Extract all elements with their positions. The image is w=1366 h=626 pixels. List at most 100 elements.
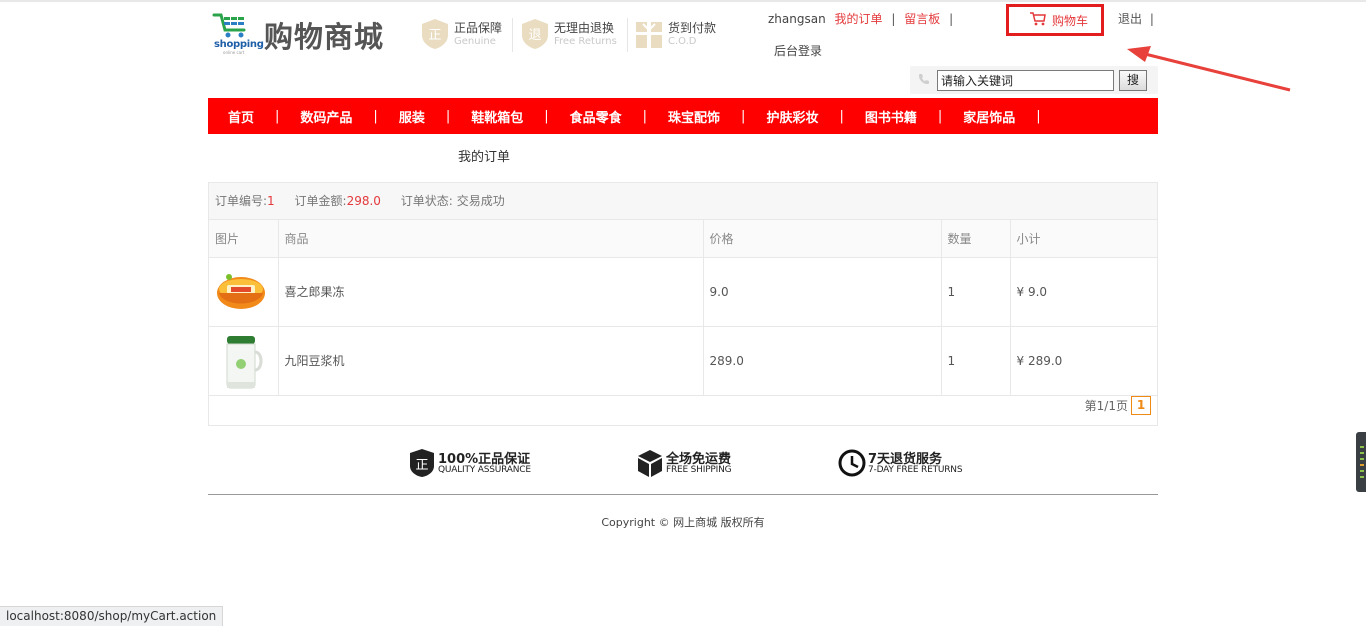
nav-item-label: 图书书籍 bbox=[864, 110, 917, 126]
nav-item-label: 食品零食 bbox=[569, 110, 622, 126]
nav-item-label: 服装 bbox=[398, 110, 425, 126]
browser-status-bar: localhost:8080/shop/myCart.action bbox=[0, 606, 224, 626]
guarantee-subtitle: Genuine bbox=[454, 36, 496, 47]
order-no: 1 bbox=[267, 194, 275, 208]
order-card: 订单编号:1 订单金额:298.0 订单状态: 交易成功 图片 商品 价格 数量 … bbox=[208, 182, 1158, 426]
column-header-price: 价格 bbox=[703, 220, 942, 258]
service-quality: 正 100%正品保证 QUALITY ASSURANCE bbox=[408, 448, 558, 480]
order-items-table: 图片 商品 价格 数量 小计 喜之郎果冻 9.0 1 ¥ 9.0 九阳豆浆机 2… bbox=[209, 220, 1157, 396]
nav-separator: | bbox=[1036, 108, 1041, 124]
divider bbox=[627, 18, 628, 52]
nav-item[interactable]: 服装 | bbox=[399, 107, 471, 126]
search-bar: 搜 bbox=[910, 66, 1158, 94]
service-returns: 7天退货服务 7-DAY FREE RETURNS bbox=[838, 448, 988, 480]
cart-button[interactable]: 购物车 bbox=[1006, 4, 1104, 36]
logout-area: 退出 | bbox=[1118, 10, 1154, 27]
product-subtotal: ¥ 289.0 bbox=[1010, 326, 1157, 396]
page-info: 第1/1页 bbox=[1084, 398, 1128, 413]
cart-label: 购物车 bbox=[1052, 14, 1089, 28]
separator: | bbox=[1149, 12, 1154, 26]
guarantee-free-returns: 退 无理由退换 Free Returns bbox=[520, 16, 624, 56]
nav-separator: | bbox=[741, 108, 746, 124]
logo-chinese-text: 购物商城 bbox=[264, 20, 385, 54]
svg-text:正: 正 bbox=[415, 458, 428, 473]
guarantee-cod: 货到付款 C.O.D bbox=[634, 16, 724, 56]
nav-item[interactable]: 图书书籍 | bbox=[865, 107, 963, 126]
site-logo[interactable]: shopping online cart 购物商城 bbox=[212, 12, 402, 55]
column-header-product: 商品 bbox=[278, 220, 704, 258]
order-no-label: 订单编号: bbox=[215, 194, 268, 208]
guarantee-genuine: 正 正品保障 Genuine bbox=[420, 16, 512, 56]
phone-icon bbox=[919, 74, 929, 84]
nav-separator: | bbox=[642, 108, 648, 124]
nav-item-label: 珠宝配饰 bbox=[668, 110, 721, 126]
nav-item[interactable]: 首页 | bbox=[228, 107, 300, 126]
product-image-cell bbox=[209, 257, 279, 327]
product-name[interactable]: 喜之郎果冻 bbox=[278, 257, 704, 327]
order-total: 298.0 bbox=[346, 194, 381, 208]
column-header-quantity: 数量 bbox=[941, 220, 1011, 258]
logo-subtext: online cart bbox=[223, 50, 245, 55]
order-header: 订单编号:1 订单金额:298.0 订单状态: 交易成功 bbox=[209, 183, 1157, 220]
product-image-cell bbox=[209, 326, 279, 396]
box-icon bbox=[638, 450, 662, 477]
nav-item[interactable]: 家居饰品 | bbox=[963, 107, 1061, 126]
user-bar: zhangsan 我的订单 | 留言板 | bbox=[768, 10, 958, 27]
nav-separator: | bbox=[937, 108, 943, 124]
product-quantity: 1 bbox=[941, 257, 1011, 327]
separator: | bbox=[891, 12, 896, 26]
nav-list: 首页 | 数码产品 | 服装 | 鞋靴箱包 | 食品零食 | 珠宝配饰 | 护肤彩妆 | 图书书籍 | 家居饰品… bbox=[208, 98, 1158, 134]
nav-item-label: 数码产品 bbox=[300, 110, 353, 126]
my-orders-link[interactable]: 我的订单 bbox=[835, 12, 883, 26]
message-board-link[interactable]: 留言板 bbox=[904, 12, 940, 26]
column-header-subtotal: 小计 bbox=[1010, 220, 1157, 258]
product-quantity: 1 bbox=[941, 326, 1011, 396]
side-widget[interactable] bbox=[1356, 432, 1366, 492]
nav-separator: | bbox=[839, 108, 844, 124]
logout-link[interactable]: 退出 bbox=[1118, 12, 1142, 26]
svg-text:退: 退 bbox=[528, 28, 541, 43]
order-total-label: 订单金额: bbox=[294, 194, 347, 208]
main-nav: 首页 | 数码产品 | 服装 | 鞋靴箱包 | 食品零食 | 珠宝配饰 | 护肤彩妆 | 图书书籍 | 家居饰品… bbox=[208, 98, 1158, 134]
return-icon: 退 bbox=[522, 19, 548, 49]
nav-separator: | bbox=[373, 108, 378, 124]
nav-item[interactable]: 护肤彩妆 | bbox=[766, 107, 864, 126]
order-status: 交易成功 bbox=[456, 194, 505, 208]
guarantee-title: 货到付款 bbox=[668, 21, 717, 35]
guarantee-subtitle: C.O.D bbox=[668, 36, 697, 47]
table-row: 九阳豆浆机 289.0 1 ¥ 289.0 bbox=[209, 326, 1157, 396]
product-price: 9.0 bbox=[703, 257, 942, 327]
column-header-image: 图片 bbox=[209, 220, 279, 258]
nav-item[interactable]: 珠宝配饰 | bbox=[668, 107, 766, 126]
jelly-cup-image[interactable] bbox=[215, 263, 267, 321]
service-subtitle: 7-DAY FREE RETURNS bbox=[868, 465, 963, 475]
nav-item[interactable]: 鞋靴箱包 | bbox=[471, 107, 569, 126]
pagination: 第1/1页 1 bbox=[1085, 395, 1151, 415]
admin-login-link[interactable]: 后台登录 bbox=[774, 42, 822, 59]
product-subtotal: ¥ 9.0 bbox=[1010, 257, 1157, 327]
current-page-button[interactable]: 1 bbox=[1131, 395, 1151, 415]
table-header-row: 图片 商品 价格 数量 小计 bbox=[209, 220, 1157, 258]
table-row: 喜之郎果冻 9.0 1 ¥ 9.0 bbox=[209, 257, 1157, 327]
logo-english-text: shopping bbox=[214, 39, 264, 50]
clock-icon bbox=[838, 449, 866, 477]
cart-icon bbox=[1030, 12, 1046, 26]
shield-icon: 正 bbox=[410, 449, 434, 477]
nav-item-label: 家居饰品 bbox=[963, 110, 1016, 126]
guarantee-subtitle: Free Returns bbox=[554, 36, 617, 47]
nav-item[interactable]: 数码产品 | bbox=[300, 107, 398, 126]
top-border bbox=[0, 0, 1366, 2]
service-subtitle: QUALITY ASSURANCE bbox=[438, 465, 531, 475]
soymilk-maker-image[interactable] bbox=[215, 332, 267, 390]
cart-logo-icon bbox=[212, 13, 246, 38]
product-name[interactable]: 九阳豆浆机 bbox=[278, 326, 704, 396]
nav-separator: | bbox=[275, 108, 280, 124]
nav-item-label: 鞋靴箱包 bbox=[471, 110, 524, 126]
search-input[interactable] bbox=[937, 70, 1114, 91]
nav-item[interactable]: 食品零食 | bbox=[570, 107, 668, 126]
search-button[interactable]: 搜 bbox=[1119, 70, 1147, 91]
username: zhangsan bbox=[768, 12, 826, 26]
product-price: 289.0 bbox=[703, 326, 942, 396]
gift-icon bbox=[636, 22, 662, 48]
page-title: 我的订单 bbox=[458, 150, 511, 165]
